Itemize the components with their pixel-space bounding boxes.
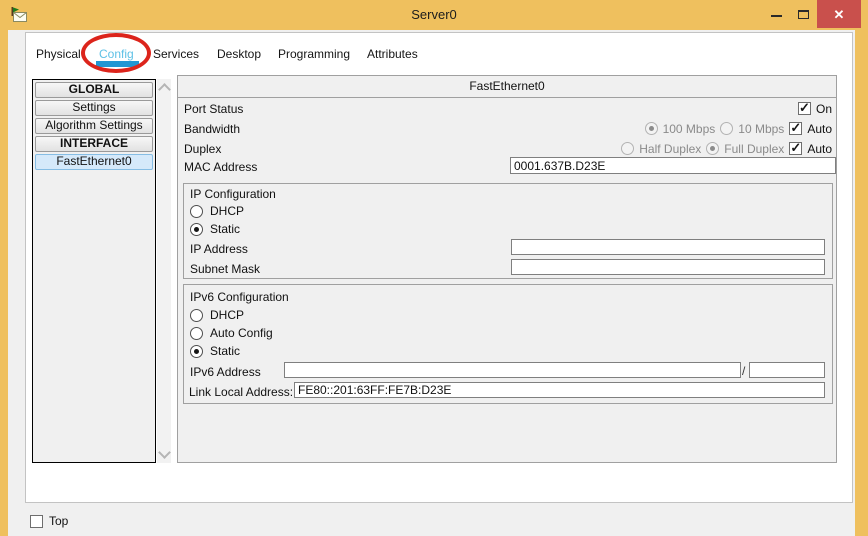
bandwidth-row: Bandwidth 100 Mbps 10 Mbps Auto xyxy=(178,120,836,137)
sidebar-item-global[interactable]: GLOBAL xyxy=(35,82,153,98)
port-status-label: Port Status xyxy=(184,102,243,116)
duplex-auto-label: Auto xyxy=(807,142,832,156)
ipv6-dhcp-label: DHCP xyxy=(210,308,244,322)
ip-address-label: IP Address xyxy=(190,242,248,256)
ip-static-label: Static xyxy=(210,222,240,236)
ip-configuration-group: IP Configuration DHCP Static IP Address … xyxy=(183,183,833,279)
link-local-address-input[interactable] xyxy=(294,382,825,398)
minimize-icon xyxy=(771,15,782,17)
duplex-full-label: Full Duplex xyxy=(724,142,784,156)
ipv6-static-radio[interactable] xyxy=(190,345,203,358)
maximize-icon xyxy=(798,10,809,19)
tab-config[interactable]: Config xyxy=(99,47,134,61)
top-option: Top xyxy=(30,514,68,528)
bandwidth-label: Bandwidth xyxy=(184,122,240,136)
duplex-row: Duplex Half Duplex Full Duplex Auto xyxy=(178,140,836,157)
chevron-up-icon[interactable] xyxy=(158,83,171,96)
tab-programming[interactable]: Programming xyxy=(278,47,350,61)
title-bar: Server0 ✕ xyxy=(0,0,868,30)
ip-dhcp-label: DHCP xyxy=(210,204,244,218)
window-controls: ✕ xyxy=(763,0,861,28)
duplex-half-radio[interactable] xyxy=(621,142,634,155)
top-label: Top xyxy=(49,514,68,528)
ipv6-address-label: IPv6 Address xyxy=(190,365,261,379)
duplex-half-label: Half Duplex xyxy=(639,142,701,156)
ip-address-input[interactable] xyxy=(511,239,825,255)
sidebar-item-algorithm-settings[interactable]: Algorithm Settings xyxy=(35,118,153,134)
ipv6-dhcp-radio[interactable] xyxy=(190,309,203,322)
ipv6-prefix-separator: / xyxy=(742,364,745,378)
ipv6-configuration-title: IPv6 Configuration xyxy=(190,290,289,304)
minimize-button[interactable] xyxy=(763,0,790,28)
mac-address-label: MAC Address xyxy=(184,160,257,174)
duplex-auto-checkbox[interactable] xyxy=(789,142,802,155)
bandwidth-auto-checkbox[interactable] xyxy=(789,122,802,135)
duplex-full-radio[interactable] xyxy=(706,142,719,155)
tab-physical[interactable]: Physical xyxy=(36,47,81,61)
chevron-down-icon[interactable] xyxy=(158,446,171,459)
port-status-on-label: On xyxy=(816,102,832,116)
mac-address-input[interactable] xyxy=(510,157,836,174)
subnet-mask-input[interactable] xyxy=(511,259,825,275)
ipv6-configuration-group: IPv6 Configuration DHCP Auto Config Stat… xyxy=(183,284,833,404)
port-status-on-checkbox[interactable] xyxy=(798,102,811,115)
link-local-address-label: Link Local Address: xyxy=(189,385,293,399)
tab-attributes[interactable]: Attributes xyxy=(367,47,418,61)
ipv6-address-input[interactable] xyxy=(284,362,741,378)
tab-services[interactable]: Services xyxy=(153,47,199,61)
maximize-button[interactable] xyxy=(790,0,817,28)
bandwidth-10mbps-label: 10 Mbps xyxy=(738,122,784,136)
sidebar-item-fastethernet0[interactable]: FastEthernet0 xyxy=(35,154,153,170)
tab-desktop[interactable]: Desktop xyxy=(217,47,261,61)
duplex-label: Duplex xyxy=(184,142,221,156)
bandwidth-auto-label: Auto xyxy=(807,122,832,136)
client-area: Physical Config Services Desktop Program… xyxy=(8,30,855,536)
subnet-mask-label: Subnet Mask xyxy=(190,262,260,276)
close-button[interactable]: ✕ xyxy=(817,0,861,28)
ip-static-radio[interactable] xyxy=(190,223,203,236)
sidebar-scrollbar[interactable] xyxy=(157,79,171,463)
sidebar-item-settings[interactable]: Settings xyxy=(35,100,153,116)
ipv6-autoconfig-option: Auto Config xyxy=(190,326,273,340)
config-sidebar: GLOBAL Settings Algorithm Settings INTER… xyxy=(32,79,156,463)
close-icon: ✕ xyxy=(834,8,845,21)
ip-dhcp-radio[interactable] xyxy=(190,205,203,218)
active-tab-underline xyxy=(96,61,139,67)
port-status-row: Port Status On xyxy=(178,100,836,117)
bandwidth-100mbps-label: 100 Mbps xyxy=(663,122,716,136)
interface-panel: FastEthernet0 Port Status On Bandwidth 1… xyxy=(177,75,837,463)
tab-page: Physical Config Services Desktop Program… xyxy=(25,32,853,503)
sidebar-item-interface[interactable]: INTERFACE xyxy=(35,136,153,152)
window: Server0 ✕ Physical Config Services Deskt… xyxy=(0,0,868,536)
window-title: Server0 xyxy=(0,0,868,30)
top-checkbox[interactable] xyxy=(30,515,43,528)
ip-dhcp-option: DHCP xyxy=(190,204,244,218)
bandwidth-100mbps-radio[interactable] xyxy=(645,122,658,135)
ipv6-prefix-input[interactable] xyxy=(749,362,825,378)
ip-static-option: Static xyxy=(190,222,240,236)
ipv6-autoconfig-label: Auto Config xyxy=(210,326,273,340)
ipv6-dhcp-option: DHCP xyxy=(190,308,244,322)
ipv6-static-label: Static xyxy=(210,344,240,358)
ipv6-static-option: Static xyxy=(190,344,240,358)
ip-configuration-title: IP Configuration xyxy=(190,187,276,201)
panel-header: FastEthernet0 xyxy=(178,76,836,98)
ipv6-autoconfig-radio[interactable] xyxy=(190,327,203,340)
bandwidth-10mbps-radio[interactable] xyxy=(720,122,733,135)
